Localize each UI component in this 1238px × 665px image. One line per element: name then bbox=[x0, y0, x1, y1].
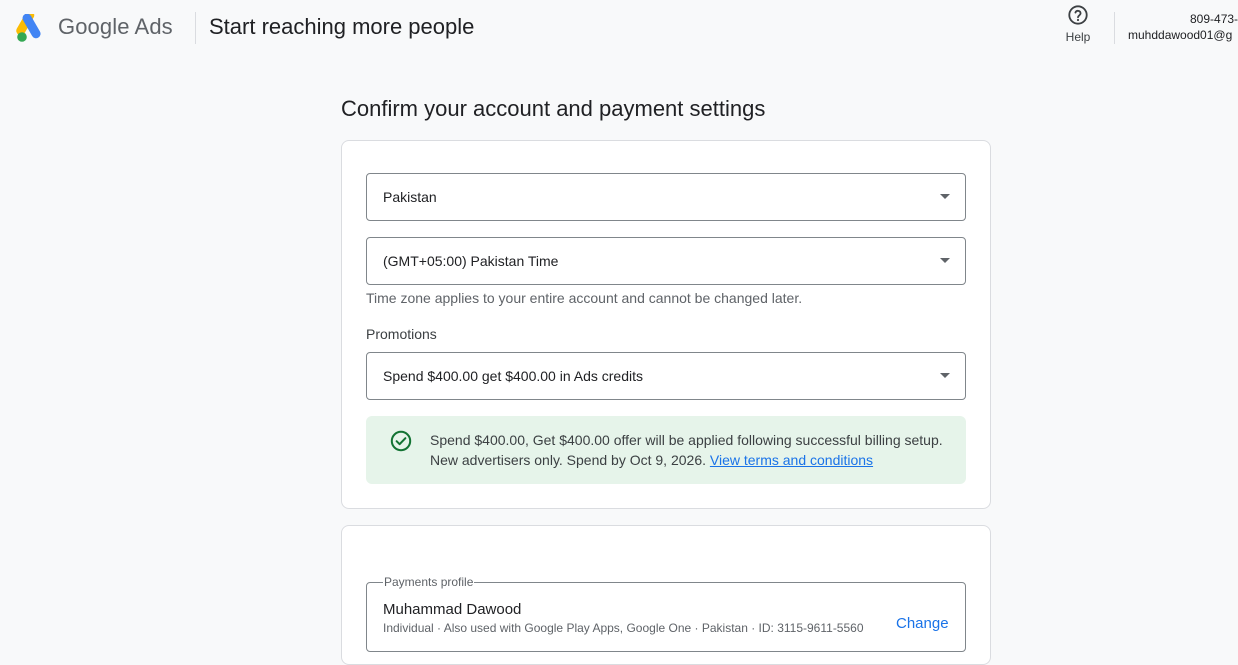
payments-profile-field[interactable]: Payments profile Muhammad Dawood Individ… bbox=[366, 575, 966, 652]
help-button[interactable]: Help bbox=[1060, 4, 1096, 46]
dropdown-arrow-icon bbox=[940, 194, 950, 199]
profile-details: Individual · Also used with Google Play … bbox=[383, 621, 864, 635]
page-title: Start reaching more people bbox=[209, 14, 475, 39]
brand-name[interactable]: Google Ads bbox=[58, 14, 173, 40]
timezone-value: (GMT+05:00) Pakistan Time bbox=[383, 253, 559, 269]
dropdown-arrow-icon bbox=[940, 373, 950, 378]
help-circle-icon bbox=[1068, 5, 1088, 25]
top-header: Google Ads Start reaching more people He… bbox=[0, 0, 1238, 56]
account-email[interactable]: muhddawood01@g bbox=[1128, 28, 1232, 42]
check-circle-icon bbox=[390, 430, 412, 452]
timezone-hint: Time zone applies to your entire account… bbox=[366, 290, 803, 306]
offer-notice: Spend $400.00, Get $400.00 offer will be… bbox=[366, 416, 966, 484]
change-profile-link[interactable]: Change bbox=[896, 615, 949, 632]
offer-text: Spend $400.00, Get $400.00 offer will be… bbox=[430, 430, 950, 470]
google-ads-logo-icon[interactable] bbox=[16, 14, 46, 42]
payments-profile-legend: Payments profile bbox=[383, 575, 475, 589]
payments-card: Payments profile Muhammad Dawood Individ… bbox=[341, 525, 991, 665]
promotion-select[interactable]: Spend $400.00 get $400.00 in Ads credits bbox=[366, 352, 966, 400]
section-heading: Confirm your account and payment setting… bbox=[341, 96, 766, 121]
account-settings-card: Pakistan (GMT+05:00) Pakistan Time Time … bbox=[341, 140, 991, 509]
timezone-select[interactable]: (GMT+05:00) Pakistan Time bbox=[366, 237, 966, 285]
country-select[interactable]: Pakistan bbox=[366, 173, 966, 221]
dropdown-arrow-icon bbox=[940, 258, 950, 263]
promotions-label: Promotions bbox=[366, 326, 437, 342]
account-id[interactable]: 809-473- bbox=[1190, 12, 1238, 26]
header-divider-right bbox=[1114, 12, 1115, 44]
header-divider bbox=[195, 12, 196, 44]
help-label: Help bbox=[1065, 30, 1091, 44]
promotion-value: Spend $400.00 get $400.00 in Ads credits bbox=[383, 368, 643, 384]
terms-link[interactable]: View terms and conditions bbox=[710, 452, 873, 468]
country-value: Pakistan bbox=[383, 189, 437, 205]
profile-name: Muhammad Dawood bbox=[383, 601, 522, 618]
